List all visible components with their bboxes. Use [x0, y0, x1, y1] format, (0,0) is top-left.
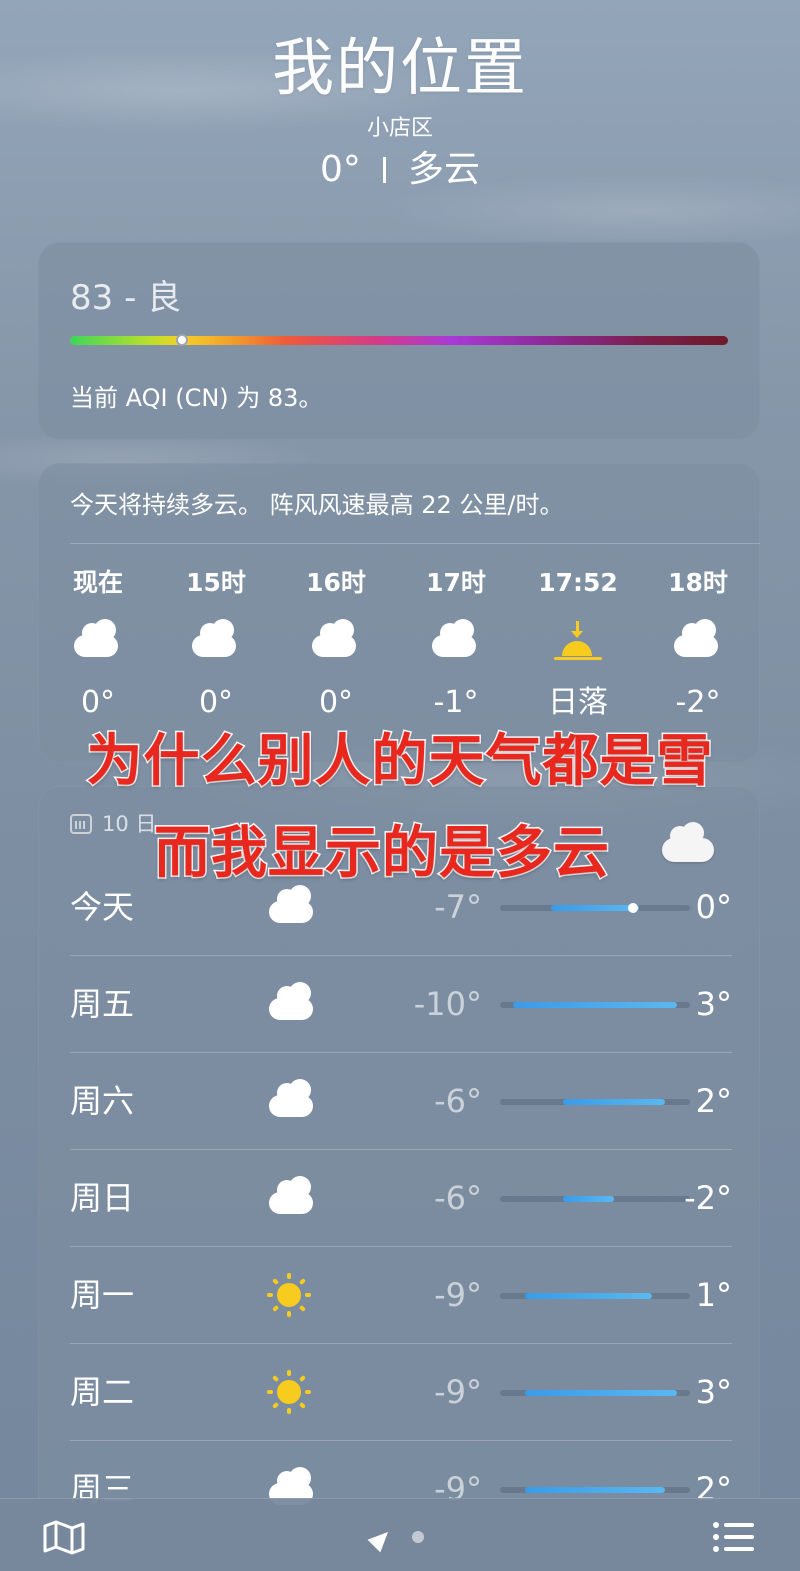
daily-row[interactable]: 周二 -9° 3°	[70, 1344, 732, 1441]
day-high-temp: 3°	[695, 1373, 732, 1411]
temp-range-fill	[563, 1196, 614, 1202]
overlay-caption-line1: 为什么别人的天气都是雪	[85, 728, 714, 796]
sun-icon	[265, 1273, 315, 1317]
day-name: 今天	[70, 888, 135, 926]
location-arrow-icon[interactable]	[367, 1525, 395, 1553]
current-temp: 0°	[320, 149, 361, 190]
day-name: 周一	[70, 1276, 135, 1314]
calendar-icon	[70, 814, 92, 834]
aqi-indicator	[175, 334, 188, 346]
sunset-icon	[550, 621, 606, 661]
day-high-temp: 2°	[695, 1082, 732, 1120]
hourly-item: 18时 -2°	[643, 567, 753, 721]
temp-range-fill	[525, 1390, 678, 1396]
hourly-item: 17时 -1°	[401, 567, 511, 721]
aqi-value: 83 - 良	[70, 278, 182, 318]
temp-range-track	[500, 1390, 690, 1396]
hour-time: 现在	[72, 568, 123, 597]
day-low-temp: -9°	[434, 1373, 482, 1411]
current-temp-dot	[627, 903, 638, 913]
daily-header-label: 10 日	[102, 812, 157, 836]
hourly-item: 17:52 日落	[523, 567, 633, 721]
cloud-icon	[670, 619, 726, 661]
aqi-scale-bar	[70, 334, 728, 346]
page-indicator-dot[interactable]	[412, 1531, 424, 1543]
daily-row[interactable]: 周一 -9° 1°	[70, 1247, 732, 1344]
cloud-icon	[265, 1079, 315, 1121]
air-quality-card[interactable]: 83 - 良 当前 AQI (CN) 为 83。	[38, 242, 760, 440]
hour-time: 16时	[306, 568, 366, 597]
temp-range-track	[500, 1196, 690, 1202]
location-title: 我的位置	[271, 31, 528, 104]
daily-header: 10 日	[70, 808, 156, 838]
daily-forecast-card[interactable]: 10 日 今天 -7° 0° 周五 -10° 3° 周六 -6° 2° 周日 -6° -2° 周一 -9°…	[38, 786, 760, 1571]
overlay-caption-line2: 而我显示的是多云	[153, 820, 611, 888]
district-label: 小店区	[366, 116, 433, 141]
daily-row[interactable]: 周五 -10° 3°	[70, 956, 732, 1053]
temp-range-fill	[563, 1099, 665, 1105]
temp-range-track	[500, 1293, 690, 1299]
current-condition: 多云	[407, 149, 480, 190]
day-low-temp: -9°	[434, 1276, 482, 1314]
day-low-temp: -6°	[434, 1082, 482, 1120]
cloud-icon	[265, 1176, 315, 1218]
temp-range-track	[500, 1099, 690, 1105]
hour-time: 15时	[186, 568, 246, 597]
cloud-icon	[188, 619, 244, 661]
day-high-temp: -2°	[684, 1179, 732, 1217]
hour-time: 17:52	[538, 568, 618, 597]
temp-range-fill	[525, 1293, 652, 1299]
hour-time: 18时	[668, 568, 728, 597]
current-conditions: 0° 多云	[0, 148, 800, 192]
day-name: 周二	[70, 1373, 135, 1411]
map-icon[interactable]	[42, 1519, 86, 1555]
cloud-icon	[70, 619, 126, 661]
temp-range-track	[500, 1487, 690, 1493]
hourly-item: 15时 0°	[161, 567, 271, 721]
cloud-icon	[265, 982, 315, 1024]
hourly-item: 16时 0°	[281, 567, 391, 721]
divider	[70, 543, 760, 544]
cloud-icon	[428, 619, 484, 661]
list-icon[interactable]	[712, 1521, 756, 1553]
aqi-description: 当前 AQI (CN) 为 83。	[70, 384, 323, 412]
day-high-temp: 0°	[695, 888, 732, 926]
separator	[382, 157, 386, 183]
day-high-temp: 1°	[695, 1276, 732, 1314]
daily-row[interactable]: 周六 -6° 2°	[70, 1053, 732, 1150]
day-high-temp: 3°	[695, 985, 732, 1023]
day-name: 周五	[70, 985, 135, 1023]
temp-range-fill	[550, 903, 640, 913]
bottom-toolbar	[0, 1498, 800, 1571]
cloud-icon	[308, 619, 364, 661]
day-name: 周日	[70, 1179, 135, 1217]
location-header: 我的位置 小店区 0° 多云	[0, 28, 800, 192]
temp-range-track	[500, 1002, 690, 1008]
hourly-summary: 今天将持续多云。 阵风风速最高 22 公里/时。	[70, 491, 564, 519]
temp-range-fill	[525, 1487, 665, 1493]
day-low-temp: -7°	[434, 888, 482, 926]
day-name: 周六	[70, 1082, 135, 1120]
sun-icon	[265, 1370, 315, 1414]
hour-time: 17时	[426, 568, 486, 597]
daily-row[interactable]: 周日 -6° -2°	[70, 1150, 732, 1247]
temp-range-fill	[512, 1002, 678, 1008]
hourly-item: 现在 0°	[43, 567, 153, 721]
day-low-temp: -10°	[413, 985, 482, 1023]
temp-range-track	[500, 903, 690, 913]
day-low-temp: -6°	[434, 1179, 482, 1217]
cloud-icon	[265, 885, 315, 927]
caption-cloud-icon	[656, 822, 716, 862]
